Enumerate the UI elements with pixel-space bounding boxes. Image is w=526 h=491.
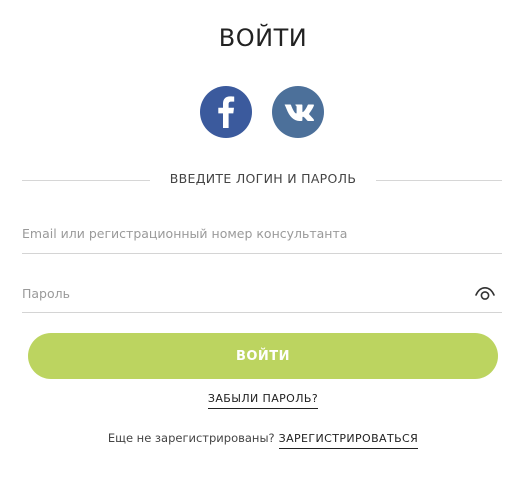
vk-login-button[interactable] bbox=[272, 86, 324, 138]
forgot-password-link[interactable]: ЗАБЫЛИ ПАРОЛЬ? bbox=[207, 392, 319, 409]
page-title: ВОЙТИ bbox=[218, 24, 308, 52]
facebook-login-button[interactable] bbox=[200, 86, 252, 138]
login-submit-button[interactable]: ВОЙТИ bbox=[28, 333, 498, 379]
vk-icon bbox=[284, 104, 315, 121]
show-password-toggle[interactable] bbox=[474, 282, 496, 304]
password-input[interactable] bbox=[22, 278, 462, 308]
divider-line-left bbox=[22, 180, 150, 181]
forgot-password-row: ЗАБЫЛИ ПАРОЛЬ? bbox=[0, 392, 526, 409]
password-field-container bbox=[22, 278, 502, 313]
credentials-heading: ВВЕДИТЕ ЛОГИН И ПАРОЛЬ bbox=[169, 171, 357, 186]
not-registered-text: Еще не зарегистрированы? bbox=[107, 431, 275, 445]
email-field-container bbox=[22, 218, 502, 254]
facebook-icon bbox=[218, 96, 235, 128]
register-link[interactable]: ЗАРЕГИСТРИРОВАТЬСЯ bbox=[278, 432, 419, 449]
register-row: Еще не зарегистрированы? ЗАРЕГИСТРИРОВАТЬ… bbox=[0, 431, 526, 449]
eye-icon bbox=[475, 286, 495, 300]
email-input[interactable] bbox=[22, 218, 462, 248]
divider-line-right bbox=[376, 180, 502, 181]
